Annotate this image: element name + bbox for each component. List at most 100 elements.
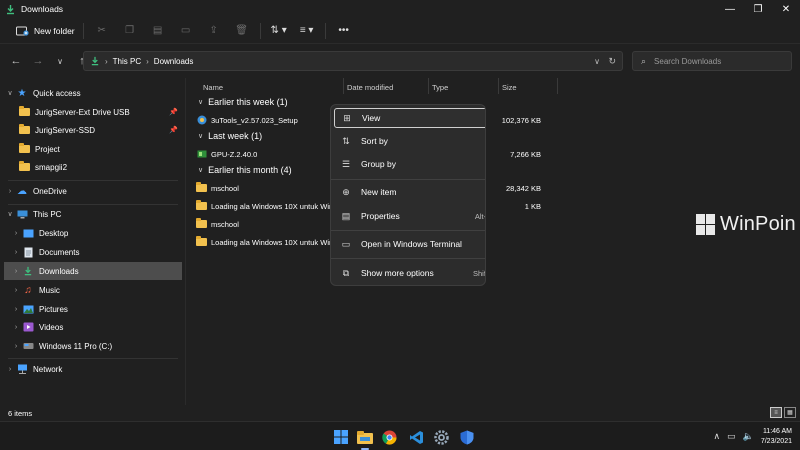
terminal-icon: ▭: [341, 238, 351, 249]
sidebar-item-network[interactable]: › Network: [4, 360, 182, 378]
sidebar-item-downloads[interactable]: › Downloads: [4, 262, 182, 280]
chevron-down-icon[interactable]: ∨: [198, 98, 203, 106]
chevron-right-icon[interactable]: ›: [10, 268, 22, 275]
file-row[interactable]: 3uTools_v2.57.023_Setup: [196, 111, 298, 129]
recent-chevron-icon[interactable]: ∨: [50, 51, 70, 71]
address-bar[interactable]: › This PC › Downloads ∨ ↻: [83, 51, 623, 71]
file-row[interactable]: mschool: [196, 215, 239, 233]
file-row[interactable]: mschool: [196, 179, 239, 197]
sidebar-item-project[interactable]: Project: [4, 140, 182, 158]
sidebar-item-pictures[interactable]: › Pictures: [4, 300, 182, 318]
music-icon: ♫: [24, 284, 32, 296]
chevron-up-icon[interactable]: ∧: [714, 431, 721, 442]
chevron-right-icon[interactable]: ›: [4, 188, 16, 195]
column-divider[interactable]: [343, 78, 344, 94]
chevron-right-icon[interactable]: ›: [10, 324, 22, 331]
documents-icon: [22, 247, 34, 257]
menu-item-new-item[interactable]: ⊕ New item: [334, 182, 485, 202]
group-label: Last week (1): [208, 131, 263, 141]
details-view-icon[interactable]: ≡: [770, 407, 782, 418]
tiles-view-icon[interactable]: ▦: [784, 407, 796, 418]
group-header[interactable]: ∨ Last week (1): [198, 131, 262, 141]
chevron-down-icon[interactable]: ∨: [198, 132, 203, 140]
chevron-right-icon[interactable]: ›: [4, 366, 16, 373]
refresh-icon[interactable]: ↻: [608, 56, 616, 67]
sidebar-item-jurigserver-ssd[interactable]: JurigServer-SSD 📌: [4, 121, 182, 139]
sidebar-item-windows-drive[interactable]: › Windows 11 Pro (C:): [4, 337, 182, 355]
sort-icon[interactable]: ⇅ ▾: [265, 20, 293, 42]
column-size[interactable]: Size: [502, 80, 517, 94]
breadcrumb-downloads[interactable]: Downloads: [154, 57, 194, 66]
menu-item-label: Properties: [361, 211, 400, 221]
menu-item-sort-by[interactable]: ⇅ Sort by: [334, 131, 485, 151]
column-divider[interactable]: [557, 78, 558, 94]
sidebar-item-label: Pictures: [39, 304, 68, 314]
context-menu: ⊞ View ⇅ Sort by ☰ Group by ⊕ New item ▤…: [330, 104, 486, 286]
maximize-button[interactable]: ❐: [744, 0, 772, 18]
chevron-right-icon[interactable]: ›: [10, 306, 22, 313]
sidebar-item-videos[interactable]: › Videos: [4, 318, 182, 336]
column-name[interactable]: Name: [203, 80, 223, 94]
more-icon[interactable]: •••: [330, 20, 358, 42]
column-type[interactable]: Type: [432, 80, 448, 94]
windows-security-icon[interactable]: [456, 426, 478, 448]
view-icon[interactable]: ≡ ▾: [293, 20, 321, 42]
paste-icon[interactable]: ▤: [144, 20, 172, 42]
chevron-right-icon[interactable]: ›: [10, 287, 22, 294]
search-input[interactable]: Search Downloads: [654, 57, 721, 66]
sidebar-item-music[interactable]: › ♫ Music: [4, 281, 182, 299]
group-header[interactable]: ∨ Earlier this month (4): [198, 165, 292, 175]
windows-start-icon[interactable]: [330, 426, 352, 448]
volume-icon[interactable]: 🔈: [743, 431, 754, 442]
column-divider[interactable]: [428, 78, 429, 94]
sidebar-item-onedrive[interactable]: › ☁ OneDrive: [4, 182, 182, 200]
rename-icon[interactable]: ▭: [172, 20, 200, 42]
menu-item-view[interactable]: ⊞ View: [334, 108, 485, 128]
back-icon[interactable]: ←: [6, 51, 26, 71]
delete-icon[interactable]: 🗑: [228, 20, 256, 42]
breadcrumb-separator: ›: [105, 56, 108, 66]
folder-icon: [196, 236, 207, 247]
forward-icon[interactable]: →: [28, 51, 48, 71]
file-row[interactable]: Loading ala Windows 10X untuk Windo: [196, 197, 342, 215]
network-icon[interactable]: ▭: [727, 431, 736, 442]
minimize-button[interactable]: —: [716, 0, 744, 18]
file-name: Loading ala Windows 10X untuk Windo: [211, 201, 342, 211]
chevron-down-icon[interactable]: ∨: [4, 210, 16, 218]
menu-item-properties[interactable]: ▤ Properties Alt+: [334, 206, 485, 226]
chevron-down-icon[interactable]: ∨: [198, 166, 203, 174]
settings-icon[interactable]: [430, 426, 452, 448]
chevron-right-icon[interactable]: ›: [10, 343, 22, 350]
chevron-right-icon[interactable]: ›: [10, 230, 22, 237]
close-button[interactable]: ✕: [772, 0, 800, 18]
chevron-right-icon[interactable]: ›: [10, 249, 22, 256]
menu-item-group-by[interactable]: ☰ Group by: [334, 154, 485, 174]
sidebar-item-quick-access[interactable]: ∨ ★ Quick access: [4, 84, 182, 102]
copy-icon[interactable]: ❐: [116, 20, 144, 42]
chrome-icon[interactable]: [378, 426, 400, 448]
menu-item-show-more-options[interactable]: ⧉ Show more options Shift: [334, 263, 485, 283]
menu-item-open-terminal[interactable]: ▭ Open in Windows Terminal: [334, 234, 485, 254]
file-explorer-icon[interactable]: [354, 426, 376, 450]
search-box[interactable]: ⌕ Search Downloads: [632, 51, 792, 71]
group-header[interactable]: ∨ Earlier this week (1): [198, 97, 288, 107]
column-divider[interactable]: [498, 78, 499, 94]
sidebar-item-smapgii2[interactable]: smapgii2: [4, 158, 182, 176]
file-row[interactable]: Loading ala Windows 10X untuk Windo: [196, 233, 342, 251]
vscode-icon[interactable]: [405, 426, 427, 448]
sidebar-item-this-pc[interactable]: ∨ This PC: [4, 205, 182, 223]
sidebar-item-desktop[interactable]: › Desktop: [4, 224, 182, 242]
clock[interactable]: 11:46 AM 7/23/2021: [761, 427, 792, 447]
file-row[interactable]: GPU-Z.2.40.0: [196, 145, 257, 163]
sidebar-item-documents[interactable]: › Documents: [4, 243, 182, 261]
address-dropdown-icon[interactable]: ∨: [594, 57, 600, 66]
star-icon: ★: [17, 87, 27, 99]
share-icon[interactable]: ⇪: [200, 20, 228, 42]
breadcrumb-this-pc[interactable]: This PC: [113, 57, 141, 66]
chevron-down-icon[interactable]: ∨: [4, 89, 16, 97]
folder-icon: [196, 218, 207, 229]
sidebar-item-jurigserver-ext[interactable]: JurigServer-Ext Drive USB 📌: [4, 103, 182, 121]
new-folder-button[interactable]: New folder: [12, 20, 79, 42]
column-date-modified[interactable]: Date modified: [347, 80, 393, 94]
cut-icon[interactable]: ✂: [88, 20, 116, 42]
